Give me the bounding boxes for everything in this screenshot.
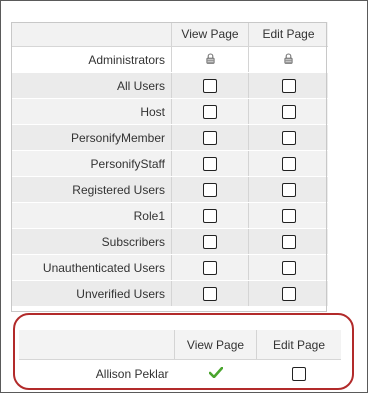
role-name: All Users (11, 72, 172, 99)
table-row: Administrators (11, 46, 328, 73)
edit-page-checkbox[interactable] (281, 78, 296, 93)
view-page-checkbox[interactable] (203, 234, 217, 249)
role-name: Role1 (11, 202, 172, 229)
table-row: PersonifyStaff (11, 150, 328, 177)
table-header-row: View Page Edit Page (19, 330, 341, 360)
edit-page-cell (248, 46, 328, 73)
role-name: Registered Users (11, 176, 172, 203)
edit-page-checkbox[interactable] (281, 208, 296, 223)
edit-page-cell (248, 280, 328, 307)
role-name: PersonifyStaff (11, 150, 172, 177)
edit-page-cell (257, 360, 342, 389)
edit-page-cell (248, 254, 328, 281)
role-name: Unauthenticated Users (11, 254, 172, 281)
view-page-checkbox[interactable] (203, 104, 217, 119)
table-header-row: View Page Edit Page (11, 22, 328, 47)
view-page-cell (175, 360, 257, 389)
edit-page-checkbox[interactable] (281, 130, 296, 145)
table-row: Host (11, 98, 328, 125)
view-page-cell (171, 72, 249, 99)
view-page-cell (171, 280, 249, 307)
role-name: Administrators (11, 46, 172, 73)
view-page-cell (171, 46, 249, 73)
view-page-cell (171, 150, 249, 177)
role-permissions-table: View Page Edit Page Administrators All Us… (11, 22, 328, 307)
edit-page-cell (248, 98, 328, 125)
edit-page-checkbox[interactable] (291, 367, 306, 382)
edit-page-cell (248, 72, 328, 99)
table-row: Allison Peklar (19, 360, 341, 389)
lock-icon (284, 53, 293, 67)
view-page-checkbox[interactable] (203, 156, 217, 171)
edit-page-cell (248, 124, 328, 151)
table-row: Role1 (11, 202, 328, 229)
view-page-cell (171, 228, 249, 255)
view-page-checkbox[interactable] (203, 286, 217, 301)
view-page-checkbox[interactable] (203, 130, 217, 145)
view-page-cell (171, 98, 249, 125)
view-page-cell (171, 176, 249, 203)
edit-page-checkbox[interactable] (281, 104, 296, 119)
column-header-edit-page: Edit Page (256, 330, 341, 360)
role-name: Unverified Users (11, 280, 172, 307)
table-row: Subscribers (11, 228, 328, 255)
user-permissions-table: View Page Edit Page Allison Peklar (19, 330, 341, 388)
view-page-checkbox[interactable] (203, 208, 217, 223)
table-row: All Users (11, 72, 328, 99)
edit-page-cell (248, 202, 328, 229)
role-name: PersonifyMember (11, 124, 172, 151)
role-name: Subscribers (11, 228, 172, 255)
table-row: Unauthenticated Users (11, 254, 328, 281)
column-header-view-page: View Page (171, 22, 249, 47)
view-page-checkbox[interactable] (203, 182, 217, 197)
edit-page-cell (248, 176, 328, 203)
view-page-cell (171, 124, 249, 151)
view-page-cell (171, 254, 249, 281)
edit-page-cell (248, 228, 328, 255)
view-page-cell (171, 202, 249, 229)
column-header-edit-page: Edit Page (248, 22, 328, 47)
green-check-icon[interactable] (208, 367, 223, 381)
table-row: Registered Users (11, 176, 328, 203)
role-name: Host (11, 98, 172, 125)
header-corner (11, 22, 172, 47)
lock-icon (206, 53, 215, 67)
edit-page-checkbox[interactable] (281, 260, 296, 275)
table-row: Unverified Users (11, 280, 328, 307)
user-name: Allison Peklar (95, 367, 169, 381)
edit-page-checkbox[interactable] (281, 182, 296, 197)
column-header-view-page: View Page (174, 330, 257, 360)
edit-page-cell (248, 150, 328, 177)
edit-page-checkbox[interactable] (281, 156, 296, 171)
edit-page-checkbox[interactable] (281, 286, 296, 301)
view-page-checkbox[interactable] (203, 260, 217, 275)
edit-page-checkbox[interactable] (281, 234, 296, 249)
table-row: PersonifyMember (11, 124, 328, 151)
header-corner (19, 330, 175, 360)
view-page-checkbox[interactable] (203, 78, 217, 93)
